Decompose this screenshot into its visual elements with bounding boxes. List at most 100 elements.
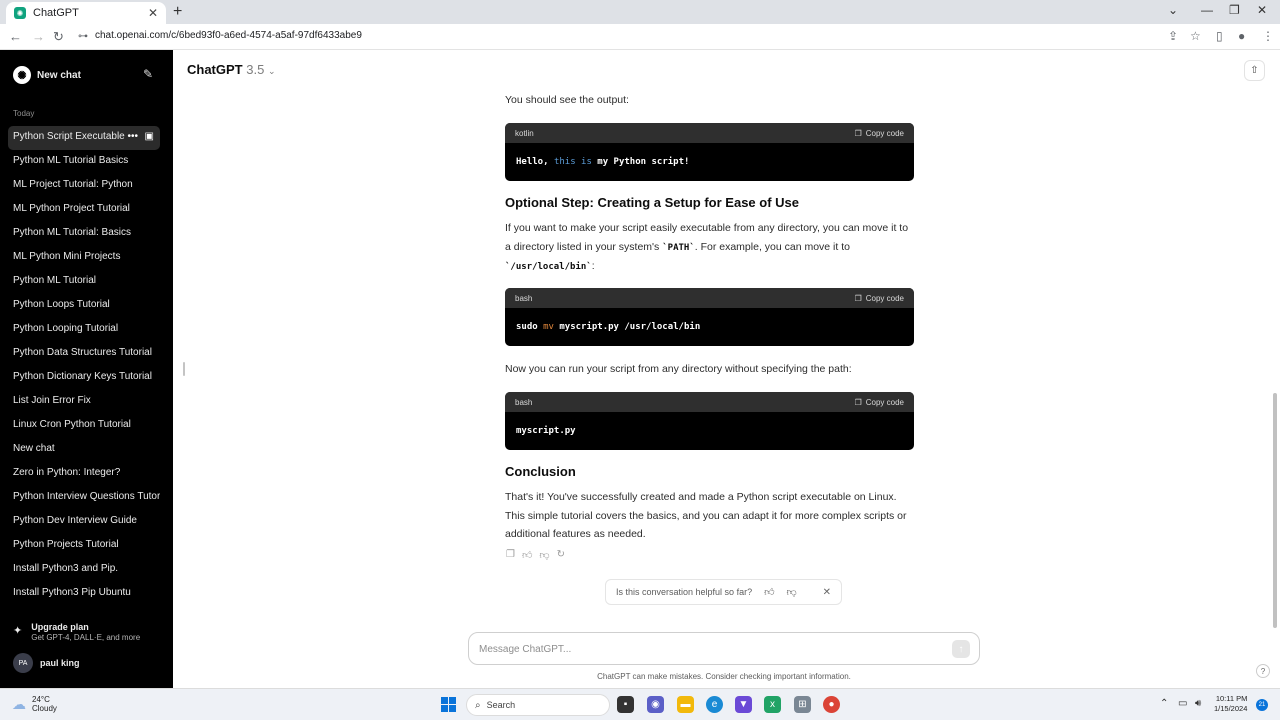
- close-window-icon[interactable]: ✕: [1257, 3, 1267, 17]
- code-language: bash: [515, 293, 533, 303]
- browser-tabbar: ✺ ChatGPT ✕ + ⌄ — ❐ ✕: [0, 0, 1280, 24]
- help-icon[interactable]: ?: [1256, 664, 1270, 678]
- task-view-icon[interactable]: ▪: [617, 696, 634, 713]
- history-item[interactable]: Python Dictionary Keys Tutorial: [8, 366, 160, 390]
- history-item[interactable]: Python Looping Tutorial: [8, 318, 160, 342]
- side-panel-icon[interactable]: ▯: [1216, 29, 1223, 43]
- inline-code: `/usr/local/bin`: [505, 262, 592, 272]
- new-chat-label: New chat: [37, 69, 81, 81]
- clipboard-icon: ❐: [854, 293, 862, 303]
- message-input[interactable]: [479, 641, 939, 657]
- vpn-app-icon[interactable]: ▼: [735, 696, 752, 713]
- disclaimer-text: ChatGPT can make mistakes. Consider chec…: [597, 672, 851, 681]
- history-item[interactable]: List Join Error Fix: [8, 390, 160, 414]
- chat-app-icon[interactable]: ◉: [647, 696, 664, 713]
- weather-widget[interactable]: ☁ 24°C Cloudy: [12, 695, 57, 713]
- clipboard-icon: ❐: [854, 128, 862, 138]
- chrome-icon[interactable]: ●: [823, 696, 840, 713]
- close-tab-icon[interactable]: ✕: [148, 6, 158, 20]
- history-item[interactable]: Python Projects Tutorial: [8, 534, 160, 558]
- share-page-icon[interactable]: ⇪: [1168, 29, 1178, 43]
- history-item[interactable]: Python Dev Interview Guide: [8, 510, 160, 534]
- forward-icon[interactable]: →: [32, 29, 45, 44]
- history-item[interactable]: Python Interview Questions Tutorial: [8, 486, 160, 510]
- profile-icon[interactable]: ●: [1238, 29, 1245, 43]
- history-item-active[interactable]: Python Script Executable ••• ▣: [8, 126, 160, 150]
- search-label: Search: [486, 700, 516, 710]
- excel-icon[interactable]: x: [764, 696, 781, 713]
- history-item[interactable]: Python ML Tutorial Basics: [8, 150, 160, 174]
- edge-icon[interactable]: e: [706, 696, 723, 713]
- history-item[interactable]: Python ML Tutorial: [8, 270, 160, 294]
- taskbar-search[interactable]: ⌕ Search: [466, 694, 610, 716]
- inline-code: `PATH`: [662, 242, 695, 253]
- new-tab-icon[interactable]: +: [173, 3, 182, 21]
- copy-code-button[interactable]: ❐ Copy code: [855, 294, 904, 303]
- code-keyword: mv: [543, 322, 554, 332]
- thumbs-down-icon[interactable]: 👎︎: [539, 549, 549, 561]
- weather-condition: Cloudy: [32, 704, 57, 713]
- copy-code-button[interactable]: ❐ Copy code: [855, 129, 904, 138]
- browser-tab[interactable]: ✺ ChatGPT ✕: [6, 2, 166, 24]
- thumbs-up-icon[interactable]: 👍︎: [764, 586, 774, 598]
- share-button[interactable]: ⇧: [1244, 60, 1265, 81]
- sidebar-toggle-handle[interactable]: [183, 362, 185, 376]
- volume-icon[interactable]: 🔊︎: [1195, 698, 1201, 709]
- close-icon[interactable]: ✕: [823, 587, 831, 598]
- thumbs-up-icon[interactable]: 👍︎: [522, 549, 532, 561]
- code-block: kotlin ❐ Copy code Hello, this is my Pyt…: [505, 123, 914, 181]
- message-paragraph: That's it! You've successfully created a…: [505, 491, 907, 540]
- copy-code-button[interactable]: ❐ Copy code: [855, 398, 904, 407]
- scrollbar[interactable]: [1273, 393, 1277, 628]
- site-info-icon[interactable]: ⊶: [78, 31, 88, 42]
- thumbs-down-icon[interactable]: 👎︎: [787, 586, 797, 598]
- compose-icon[interactable]: ✎: [143, 67, 153, 81]
- history-item[interactable]: ML Python Project Tutorial: [8, 198, 160, 222]
- regenerate-icon[interactable]: ↻: [557, 549, 565, 561]
- section-heading: Conclusion: [505, 464, 576, 479]
- chevron-up-icon[interactable]: ⌃: [1160, 698, 1168, 709]
- chevron-down-icon[interactable]: ⌄: [1168, 3, 1178, 17]
- network-app-icon[interactable]: ⊞: [794, 696, 811, 713]
- back-icon[interactable]: ←: [9, 29, 22, 44]
- model-selector[interactable]: ChatGPT 3.5 ⌄: [187, 62, 276, 77]
- minimize-icon[interactable]: —: [1201, 3, 1213, 17]
- user-menu[interactable]: PA paul king: [13, 653, 80, 673]
- bookmark-star-icon[interactable]: ☆: [1190, 29, 1201, 43]
- history-item[interactable]: Zero in Python: Integer?: [8, 462, 160, 486]
- history-item[interactable]: New chat: [8, 438, 160, 462]
- history-section-label: Today: [13, 109, 35, 118]
- copy-icon[interactable]: ❐: [506, 549, 515, 561]
- archive-icon[interactable]: ▣: [145, 126, 154, 148]
- restore-icon[interactable]: ❐: [1229, 3, 1240, 17]
- notification-badge[interactable]: 21: [1256, 699, 1268, 711]
- windows-start-icon[interactable]: [441, 697, 456, 712]
- system-clock[interactable]: 10:11 PM 1/15/2024: [1214, 694, 1247, 714]
- url-text[interactable]: chat.openai.com/c/6bed93f0-a6ed-4574-a5a…: [95, 30, 362, 41]
- history-item[interactable]: Linux Cron Python Tutorial: [8, 414, 160, 438]
- user-name: paul king: [40, 658, 80, 668]
- history-item[interactable]: ML Python Mini Projects: [8, 246, 160, 270]
- code-header: bash ❐ Copy code: [505, 288, 914, 308]
- menu-kebab-icon[interactable]: ⋮: [1262, 29, 1274, 43]
- send-button[interactable]: ↑: [952, 640, 970, 658]
- upgrade-plan-button[interactable]: ✦ Upgrade plan Get GPT-4, DALL·E, and mo…: [13, 622, 140, 642]
- address-bar: ← → ↻ ⊶ chat.openai.com/c/6bed93f0-a6ed-…: [0, 24, 1280, 50]
- history-item[interactable]: Install Python3 and Pip.: [8, 558, 160, 582]
- network-icon[interactable]: ▭: [1178, 698, 1187, 709]
- more-options-icon[interactable]: •••: [127, 126, 138, 148]
- history-item[interactable]: Install Python3 Pip Ubuntu: [8, 582, 160, 606]
- reload-icon[interactable]: ↻: [53, 29, 64, 45]
- history-item-label: Python Script Executable: [13, 131, 125, 142]
- search-icon: ⌕: [475, 699, 481, 711]
- history-item[interactable]: ML Project Tutorial: Python: [8, 174, 160, 198]
- upgrade-subtitle: Get GPT-4, DALL·E, and more: [31, 633, 141, 642]
- new-chat-button[interactable]: ✺ New chat: [13, 66, 81, 84]
- file-explorer-icon[interactable]: ▬: [677, 696, 694, 713]
- history-item[interactable]: Python Loops Tutorial: [8, 294, 160, 318]
- code-token: Hello,: [516, 157, 554, 167]
- code-token: sudo: [516, 322, 544, 332]
- chevron-down-icon: ⌄: [267, 66, 276, 76]
- history-item[interactable]: Python ML Tutorial: Basics: [8, 222, 160, 246]
- history-item[interactable]: Python Data Structures Tutorial: [8, 342, 160, 366]
